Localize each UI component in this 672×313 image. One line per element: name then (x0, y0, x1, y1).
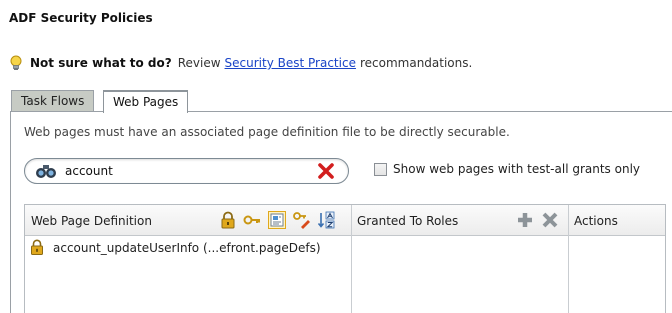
lock-icon[interactable] (219, 211, 237, 229)
page-title: ADF Security Policies (9, 11, 153, 25)
test-all-checkbox[interactable] (374, 162, 387, 176)
lock-icon (31, 239, 43, 255)
test-all-filter[interactable]: Show web pages with test-all grants only (374, 162, 640, 176)
column-header-actions[interactable]: Actions (574, 214, 618, 228)
key-pen-icon[interactable] (293, 211, 311, 229)
key-icon[interactable] (243, 211, 261, 229)
tab-task-flows[interactable]: Task Flows (11, 90, 95, 112)
hint-prefix: Review (177, 56, 221, 70)
column-header-granted-to-roles[interactable]: Granted To Roles (357, 214, 458, 228)
hint-bar: Not sure what to do? Review Security Bes… (9, 54, 472, 72)
panel-description: Web pages must have an associated page d… (24, 125, 510, 139)
delete-icon[interactable] (541, 211, 559, 229)
page-definition-icon[interactable] (268, 211, 286, 229)
lightbulb-icon (10, 55, 22, 70)
column-header-web-page-definition[interactable]: Web Page Definition (31, 214, 152, 228)
security-best-practice-link[interactable]: Security Best Practice (225, 56, 356, 70)
binoculars-icon (36, 165, 56, 178)
tab-web-pages[interactable]: Web Pages (103, 90, 189, 113)
search-input[interactable] (65, 162, 295, 180)
sort-az-icon[interactable] (317, 211, 335, 229)
web-pages-table: Web Page Definition Granted To Roles Act… (24, 204, 666, 313)
hint-question: Not sure what to do? (30, 56, 172, 70)
clear-search-icon[interactable] (317, 162, 335, 180)
test-all-checkbox-label: Show web pages with test-all grants only (393, 162, 641, 176)
table-row[interactable]: account_updateUserInfo (...efront.pageDe… (25, 236, 351, 258)
add-icon[interactable] (516, 211, 534, 229)
search-field (24, 158, 349, 184)
hint-suffix: recommandations. (359, 56, 473, 70)
column-divider[interactable] (351, 205, 352, 313)
web-page-definition-name: account_updateUserInfo (...efront.pageDe… (53, 241, 321, 255)
column-divider[interactable] (568, 205, 569, 313)
